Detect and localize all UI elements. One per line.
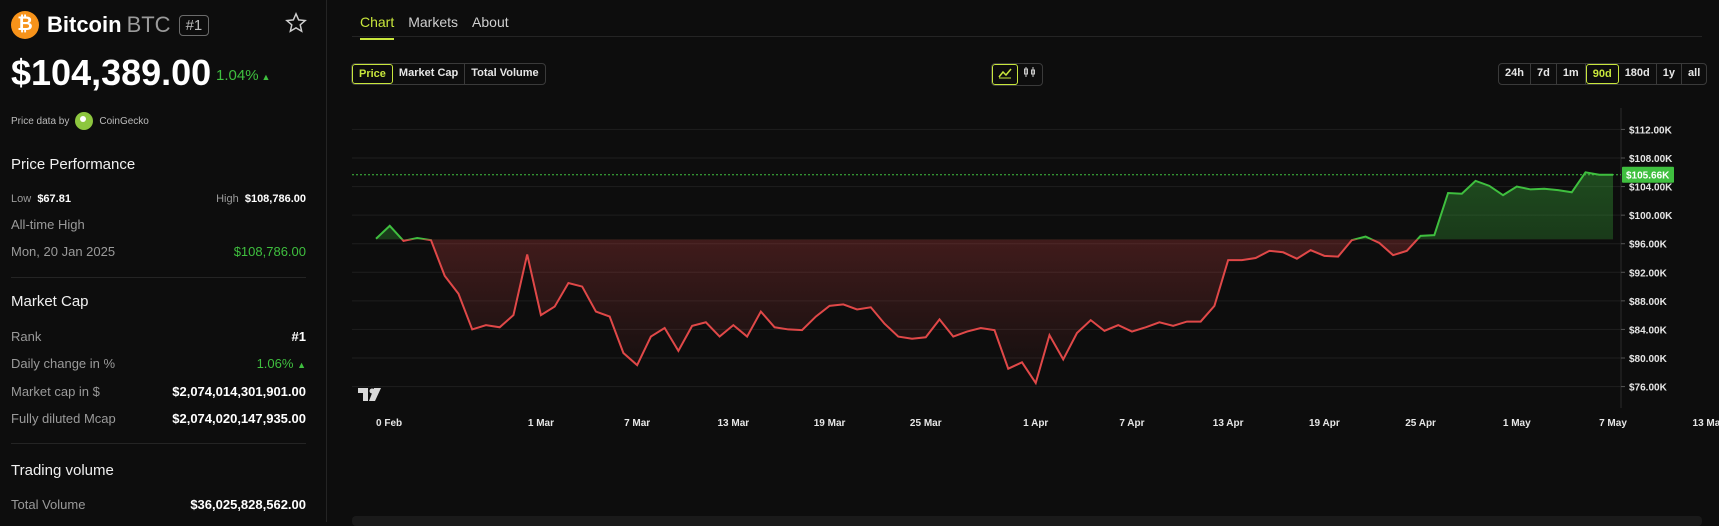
low-high-row: Low $67.81 High $108,786.00 xyxy=(11,193,306,205)
price-source-name[interactable]: CoinGecko xyxy=(99,116,148,127)
rank-label: Rank xyxy=(11,329,41,344)
high-label: High xyxy=(216,193,239,205)
x-tick-label: 19 Mar xyxy=(814,418,846,429)
total-volume-button[interactable]: Total Volume xyxy=(465,64,544,84)
line-chart-icon xyxy=(998,67,1012,79)
up-arrow-icon: ▲ xyxy=(297,360,306,370)
total-volume-value: $36,025,828,562.00 xyxy=(190,497,306,512)
price-change: 1.04%▲ xyxy=(216,67,270,84)
price-source-label: Price data by xyxy=(11,116,69,127)
x-tick-label: 13 Mar xyxy=(718,418,750,429)
range-1m[interactable]: 1m xyxy=(1557,64,1586,84)
candlestick-icon xyxy=(1023,66,1037,78)
total-volume-label: Total Volume xyxy=(11,497,85,512)
mcap-value: $2,074,014,301,901.00 xyxy=(172,384,306,399)
price-chart-svg[interactable]: $112.00K $108.00K $104.00K $100.00K $96.00K $… xyxy=(352,108,1719,480)
candlestick-button[interactable] xyxy=(1018,64,1042,85)
x-tick-label: 1 Apr xyxy=(1023,418,1048,429)
current-price: $104,389.00 xyxy=(11,52,211,94)
x-tick-label: 7 Mar xyxy=(624,418,650,429)
mcap-row: Market cap in $ $2,074,014,301,901.00 xyxy=(11,384,306,399)
bottom-panel xyxy=(352,516,1702,526)
x-tick-label: 1 Mar xyxy=(528,418,554,429)
coingecko-icon xyxy=(75,112,93,130)
coin-name: Bitcoin xyxy=(47,12,122,38)
x-tick-label: 7 May xyxy=(1599,418,1627,429)
range-1y[interactable]: 1y xyxy=(1657,64,1682,84)
x-tick-label: 13 May xyxy=(1693,418,1719,429)
market-cap-title: Market Cap xyxy=(11,293,89,310)
x-tick-label: 0 Feb xyxy=(376,418,402,429)
line-chart-button[interactable] xyxy=(992,64,1018,85)
price-source: Price data by CoinGecko xyxy=(11,112,149,130)
coin-header: ₿ Bitcoin BTC #1 xyxy=(11,11,209,39)
y-tick-label: $88.00K xyxy=(1629,297,1668,308)
range-selector: 24h 7d 1m 90d 180d 1y all xyxy=(1498,63,1707,85)
y-tick-label: $80.00K xyxy=(1629,354,1668,365)
divider xyxy=(11,277,306,278)
coin-symbol: BTC xyxy=(127,12,171,38)
rank-value: #1 xyxy=(292,329,306,344)
x-tick-label: 1 May xyxy=(1503,418,1531,429)
ath-date-row: Mon, 20 Jan 2025 $108,786.00 xyxy=(11,244,306,259)
y-tick-label: $104.00K xyxy=(1629,183,1673,194)
low-value: $67.81 xyxy=(37,193,71,205)
up-arrow-icon: ▲ xyxy=(262,72,271,82)
price-change-value: 1.04% xyxy=(216,67,259,84)
fdv-row: Fully diluted Mcap $2,074,020,147,935.00 xyxy=(11,411,306,426)
trading-volume-title: Trading volume xyxy=(11,462,114,479)
range-90d[interactable]: 90d xyxy=(1586,64,1619,84)
daily-change-label: Daily change in % xyxy=(11,356,115,371)
daily-change-value: 1.06% ▲ xyxy=(257,356,306,371)
mcap-label: Market cap in $ xyxy=(11,384,100,399)
star-icon[interactable] xyxy=(285,12,307,34)
metric-selector: Price Market Cap Total Volume xyxy=(351,63,546,85)
y-tick-label: $76.00K xyxy=(1629,383,1668,394)
high-value: $108,786.00 xyxy=(245,193,306,205)
total-volume-row: Total Volume $36,025,828,562.00 xyxy=(11,497,306,512)
x-tick-label: 25 Apr xyxy=(1405,418,1436,429)
ath-date: Mon, 20 Jan 2025 xyxy=(11,244,115,259)
divider xyxy=(11,443,306,444)
y-tick-label: $92.00K xyxy=(1629,268,1668,279)
y-tick-label: $84.00K xyxy=(1629,325,1668,336)
ath-row: All-time High xyxy=(11,217,306,232)
rank-badge: #1 xyxy=(179,15,210,36)
x-tick-label: 19 Apr xyxy=(1309,418,1340,429)
current-price-label: $105.66K xyxy=(1626,171,1670,182)
y-tick-label: $100.00K xyxy=(1629,211,1673,222)
price-performance-title: Price Performance xyxy=(11,156,135,173)
fdv-label: Fully diluted Mcap xyxy=(11,411,116,426)
ath-value: $108,786.00 xyxy=(234,244,306,259)
tabs-divider xyxy=(352,36,1702,37)
fdv-value: $2,074,020,147,935.00 xyxy=(172,411,306,426)
range-all[interactable]: all xyxy=(1682,64,1706,84)
price-chart[interactable]: $112.00K $108.00K $104.00K $100.00K $96.00K $… xyxy=(352,108,1719,480)
market-cap-button[interactable]: Market Cap xyxy=(393,64,465,84)
x-tick-label: 13 Apr xyxy=(1213,418,1244,429)
y-tick-label: $108.00K xyxy=(1629,154,1673,165)
range-7d[interactable]: 7d xyxy=(1531,64,1557,84)
coin-sidebar: ₿ Bitcoin BTC #1 $104,389.00 1.04%▲ Pric… xyxy=(0,0,327,522)
tradingview-logo-icon xyxy=(358,388,381,401)
range-24h[interactable]: 24h xyxy=(1499,64,1531,84)
y-tick-label: $96.00K xyxy=(1629,240,1668,251)
area-below-baseline xyxy=(376,172,1613,383)
range-180d[interactable]: 180d xyxy=(1619,64,1657,84)
price-button[interactable]: Price xyxy=(352,64,393,84)
low-label: Low xyxy=(11,193,31,205)
y-tick-label: $112.00K xyxy=(1629,125,1673,136)
x-tick-label: 7 Apr xyxy=(1119,418,1144,429)
daily-change-number: 1.06% xyxy=(257,356,294,371)
x-tick-label: 25 Mar xyxy=(910,418,942,429)
rank-row: Rank #1 xyxy=(11,329,306,344)
chart-type-toggle xyxy=(991,63,1043,86)
ath-label: All-time High xyxy=(11,217,85,232)
daily-change-row: Daily change in % 1.06% ▲ xyxy=(11,356,306,371)
bitcoin-logo-icon: ₿ xyxy=(11,11,39,39)
